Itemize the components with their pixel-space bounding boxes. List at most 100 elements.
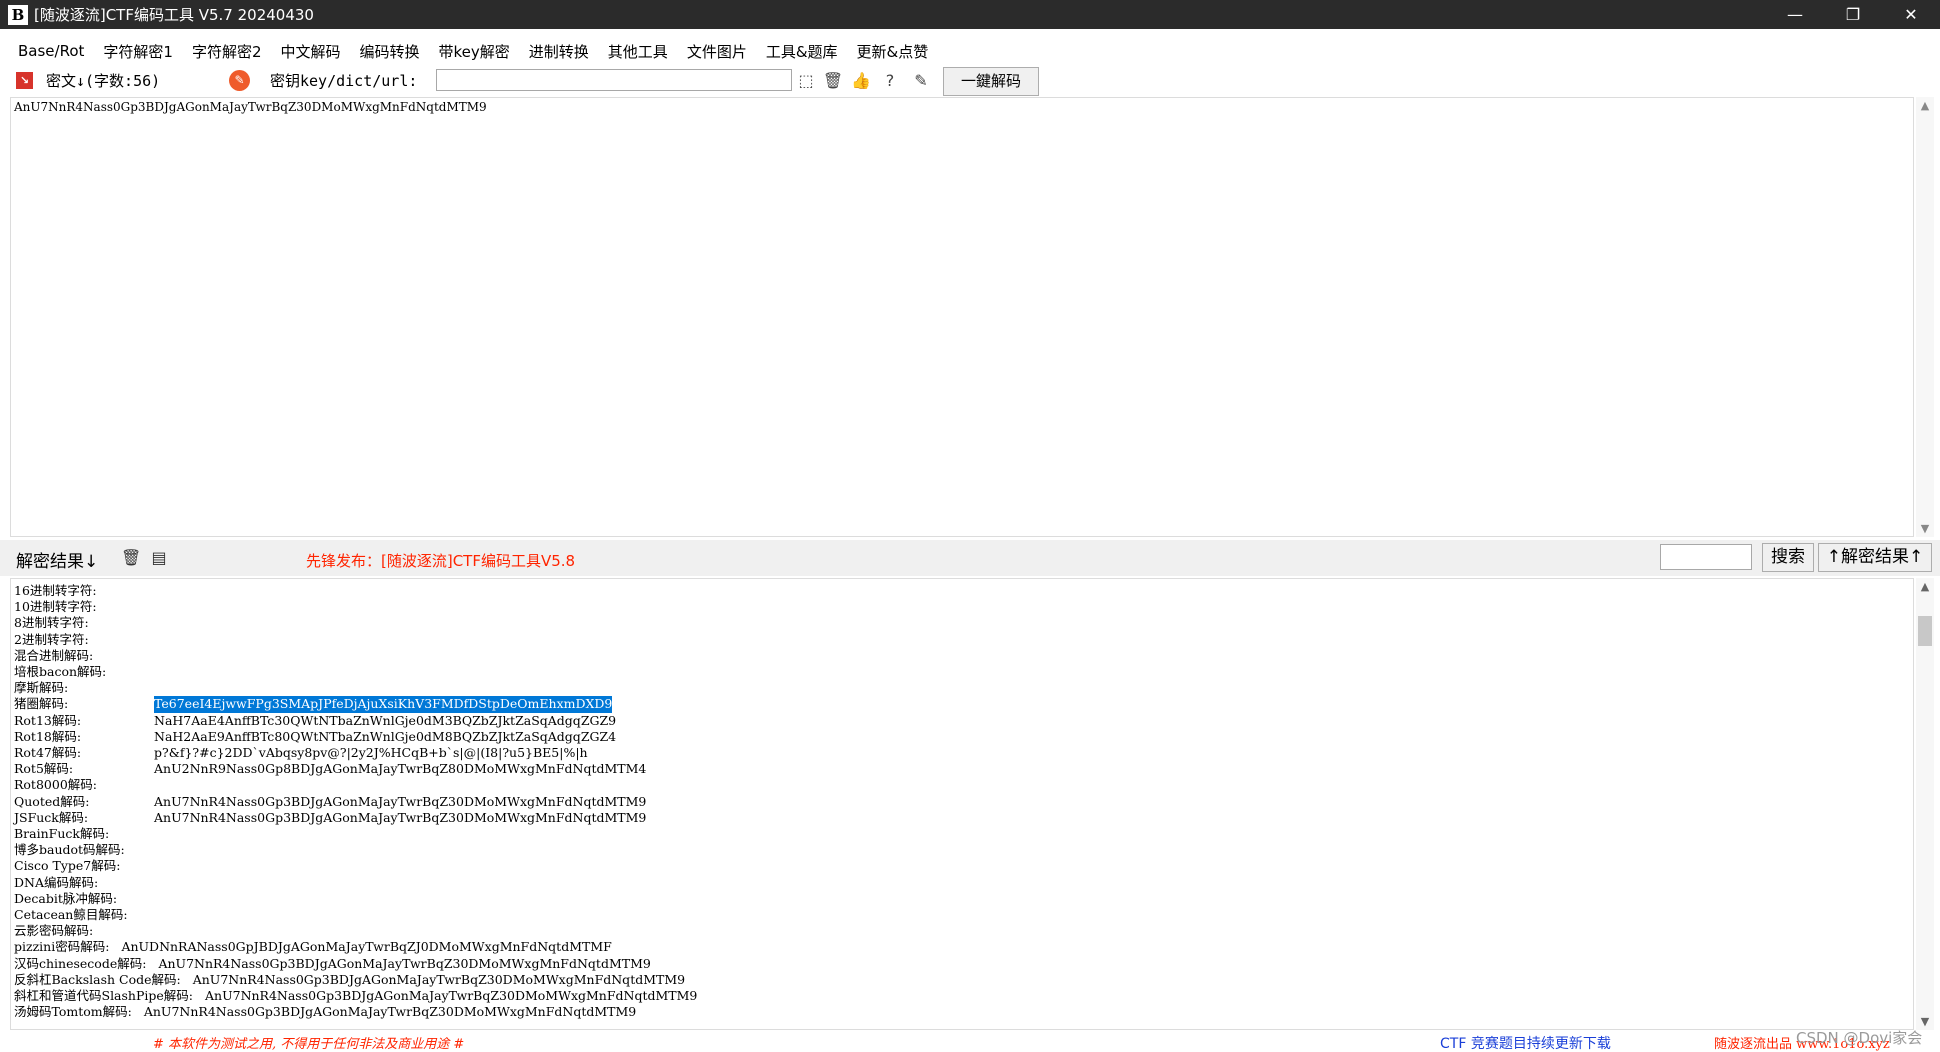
app-icon: B <box>8 4 28 25</box>
menu-bar: Base/Rot 字符解密1 字符解密2 中文解码 编码转换 带key解密 进制… <box>0 39 947 63</box>
result-scrollbar[interactable]: ▲ ▼ <box>1916 578 1934 1030</box>
menu-encoding-convert[interactable]: 编码转换 <box>360 41 420 62</box>
restore-button[interactable]: ❐ <box>1824 0 1882 29</box>
menu-base-convert[interactable]: 进制转换 <box>529 41 589 62</box>
menu-chinese-decode[interactable]: 中文解码 <box>280 41 340 62</box>
cipher-label: 密文↓(字数:56) <box>46 72 161 90</box>
result-row-label: Rot5解码: <box>14 761 74 777</box>
search-input[interactable] <box>1660 544 1752 570</box>
announcement-text[interactable]: 先锋发布：[随波逐流]CTF编码工具V5.8 <box>306 550 575 571</box>
thumbs-up-icon[interactable]: 👍 <box>850 70 872 92</box>
result-row: pizzini密码解码: AnUDNnRANass0GpJBDJgAGonMaJa… <box>14 939 1910 955</box>
result-header: 解密结果↓ 🗑 ▤ 先锋发布：[随波逐流]CTF编码工具V5.8 搜索 ↑解密结… <box>0 540 1940 576</box>
result-row-label: 博多baudot码解码: <box>14 842 125 858</box>
result-row-value: AnU2NnR9Nass0Gp8BDJgAGonMaJayTwrBqZ80DMo… <box>154 761 647 777</box>
menu-base-rot[interactable]: Base/Rot <box>18 42 84 60</box>
result-row: Rot13解码: NaH7AaE4AnffBTc30QWtNTbaZnWnlGje… <box>14 713 1910 729</box>
result-row-label: Rot13解码: <box>14 712 82 728</box>
cipher-scrollbar[interactable]: ▲ ▼ <box>1916 97 1934 537</box>
result-row: Decabit脉冲解码: <box>14 891 1910 907</box>
pick-icon[interactable]: ⬚ <box>795 70 817 92</box>
result-row: 汤姆码Tomtom解码: AnU7NnR4Nass0Gp3BDJgAGonMaJa… <box>14 1004 1910 1020</box>
menu-file-image[interactable]: 文件图片 <box>687 41 747 62</box>
result-row-label: Rot8000解码: <box>14 777 97 793</box>
scroll-up-arrow-icon[interactable]: ▲ <box>1916 580 1934 593</box>
edit-icon[interactable]: ✎ <box>910 70 932 92</box>
minimize-button[interactable]: — <box>1766 0 1824 29</box>
menu-key-decrypt[interactable]: 带key解密 <box>439 41 510 62</box>
result-row: Cetacean鲸目解码: <box>14 907 1910 923</box>
result-row-value: AnU7NnR4Nass0Gp3BDJgAGonMaJayTwrBqZ30DMo… <box>205 988 698 1004</box>
result-row: Quoted解码: AnU7NnR4Nass0Gp3BDJgAGonMaJayTw… <box>14 794 1910 810</box>
result-row-label: 猪圈解码: <box>14 696 69 712</box>
result-row: 8进制转字符: <box>14 615 1910 631</box>
result-row-label: 汤姆码Tomtom解码: <box>14 1004 132 1020</box>
menu-other-tools[interactable]: 其他工具 <box>608 41 668 62</box>
cipher-textarea[interactable]: AnU7NnR4Nass0Gp3BDJgAGonMaJayTwrBqZ30DMo… <box>10 97 1914 537</box>
result-row-value: AnU7NnR4Nass0Gp3BDJgAGonMaJayTwrBqZ30DMo… <box>158 955 651 971</box>
key-input[interactable] <box>436 69 792 91</box>
result-row-value: AnU7NnR4Nass0Gp3BDJgAGonMaJayTwrBqZ30DMo… <box>192 971 686 987</box>
result-row-value: AnU7NnR4Nass0Gp3BDJgAGonMaJayTwrBqZ30DMo… <box>154 793 647 809</box>
result-row: DNA编码解码: <box>14 875 1910 891</box>
result-label: 解密结果↓ <box>16 552 99 572</box>
close-button[interactable]: ✕ <box>1882 0 1940 29</box>
result-row-label: 斜杠和管道代码SlashPipe解码: <box>14 988 193 1004</box>
result-row-label: pizzini密码解码: <box>14 939 110 955</box>
window-title: [随波逐流]CTF编码工具 V5.7 20240430 <box>34 6 314 24</box>
result-row-label: 8进制转字符: <box>14 615 89 631</box>
result-row-label: 10进制转字符: <box>14 599 97 615</box>
menu-char-decode-1[interactable]: 字符解密1 <box>103 41 173 62</box>
key-label: 密钥key/dict/url: <box>270 72 418 90</box>
result-row-label: 汉码chinesecode解码: <box>14 955 147 971</box>
result-textarea[interactable]: 16进制转字符: 10进制转字符: 8进制转字符: 2进制转字符: 混合进制解码: 培根b… <box>10 578 1914 1030</box>
result-row: 培根bacon解码: <box>14 664 1910 680</box>
result-row-label: Decabit脉冲解码: <box>14 890 118 906</box>
help-icon[interactable]: ? <box>879 70 901 92</box>
menu-tools-questions[interactable]: 工具&题库 <box>766 41 838 62</box>
result-row: 云影密码解码: <box>14 923 1910 939</box>
result-row: 2进制转字符: <box>14 632 1910 648</box>
decode-all-button[interactable]: 一鍵解码 <box>943 67 1039 96</box>
result-row-value: AnU7NnR4Nass0Gp3BDJgAGonMaJayTwrBqZ30DMo… <box>154 809 647 825</box>
result-row-label: Rot47解码: <box>14 745 82 761</box>
result-row-label: JSFuck解码: <box>14 809 89 825</box>
result-row-value: Te67eeI4EjwwFPg3SMApJPfeDjAjuXsiKhV3FMDf… <box>154 696 613 713</box>
result-row: Rot8000解码: <box>14 777 1910 793</box>
copy-icon[interactable]: ▤ <box>149 548 169 568</box>
trash-icon[interactable]: 🗑 <box>822 70 844 92</box>
search-button[interactable]: 搜索 <box>1762 543 1814 572</box>
result-up-button[interactable]: ↑解密结果↑ <box>1818 543 1932 572</box>
key-icon[interactable]: ✎ <box>229 70 250 91</box>
result-row-value: AnUDNnRANass0GpJBDJgAGonMaJayTwrBqZJ0DMo… <box>121 939 612 955</box>
scroll-thumb[interactable] <box>1918 616 1932 646</box>
result-row-label: BrainFuck解码: <box>14 826 110 842</box>
scroll-down-arrow-icon[interactable]: ▼ <box>1916 522 1934 535</box>
update-link[interactable]: CTF 竞赛题目持续更新下载 <box>1440 1033 1611 1052</box>
result-trash-icon[interactable]: 🗑 <box>121 548 141 568</box>
result-row-label: 16进制转字符: <box>14 583 97 598</box>
result-row: 博多baudot码解码: <box>14 842 1910 858</box>
result-row-label: 云影密码解码: <box>14 923 94 939</box>
menu-update-like[interactable]: 更新&点赞 <box>857 41 929 62</box>
result-row: 16进制转字符: <box>14 583 1910 599</box>
result-row-label: Cetacean鲸目解码: <box>14 907 128 923</box>
result-row-label: 培根bacon解码: <box>14 664 107 680</box>
result-row-label: 摩斯解码: <box>14 680 69 696</box>
watermark: CSDN @Dovi家会 <box>1796 1029 1923 1047</box>
result-row-value: NaH2AaE9AnffBTc80QWtNTbaZnWnlGje0dM8BQZb… <box>154 728 617 744</box>
result-row-label: Rot18解码: <box>14 728 82 744</box>
app-window: B [随波逐流]CTF编码工具 V5.7 20240430 — ❐ ✕ Base… <box>0 0 1940 1052</box>
result-row: 混合进制解码: <box>14 648 1910 664</box>
result-row: Rot5解码: AnU2NnR9Nass0Gp8BDJgAGonMaJayTwrB… <box>14 761 1910 777</box>
result-row: 反斜杠Backslash Code解码: AnU7NnR4Nass0Gp3BDJg… <box>14 972 1910 988</box>
scroll-up-arrow-icon[interactable]: ▲ <box>1916 99 1934 112</box>
result-row: JSFuck解码: AnU7NnR4Nass0Gp3BDJgAGonMaJayTw… <box>14 810 1910 826</box>
disclaimer-text: # 本软件为测试之用, 不得用于任何非法及商业用途 # <box>153 1037 465 1052</box>
title-bar: B [随波逐流]CTF编码工具 V5.7 20240430 — ❐ ✕ <box>0 0 1940 29</box>
result-row-value: NaH7AaE4AnffBTc30QWtNTbaZnWnlGje0dM3BQZb… <box>154 712 617 728</box>
result-row-label: 反斜杠Backslash Code解码: <box>14 971 181 987</box>
menu-char-decode-2[interactable]: 字符解密2 <box>192 41 262 62</box>
cipher-icon[interactable]: ↘ <box>16 72 33 89</box>
result-row-label: 混合进制解码: <box>14 647 94 663</box>
